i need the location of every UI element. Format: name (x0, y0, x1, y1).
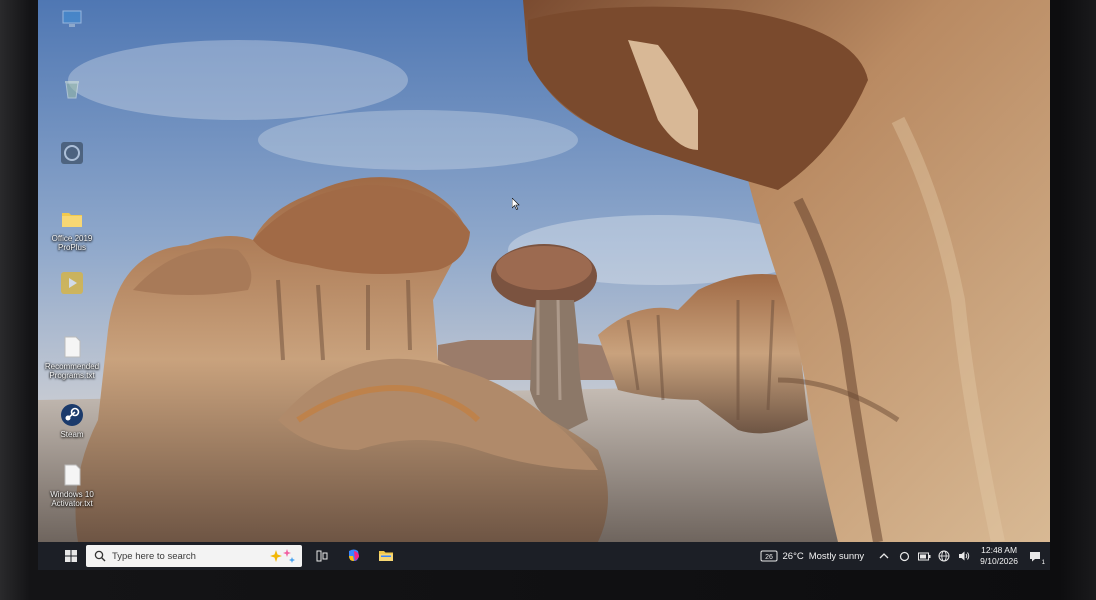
file-explorer-button[interactable] (370, 542, 402, 570)
notification-center-button[interactable]: 1 (1028, 549, 1045, 566)
clock-time: 12:48 AM (981, 545, 1018, 555)
battery-button[interactable] (917, 549, 931, 563)
show-hidden-icons-button[interactable] (877, 549, 891, 563)
clock-date: 9/10/2026 (980, 556, 1018, 566)
weather-icon: 26 (760, 550, 777, 562)
taskbar-clock[interactable]: 12:48 AM 9/10/2026 (980, 545, 1018, 567)
desktop-icon-recycle-bin[interactable] (42, 76, 102, 104)
speaker-icon (959, 551, 970, 561)
sparkle-icon (270, 549, 295, 563)
desktop-icon-windows-activator[interactable]: Windows 10 Activator.txt (42, 462, 102, 508)
copilot-button[interactable] (338, 542, 370, 570)
taskbar: Type here to search 26 26°C Mostly sunny… (38, 542, 1050, 570)
copilot-icon (349, 549, 359, 561)
weather-widget[interactable]: 26 26°C Mostly sunny (760, 550, 865, 562)
notification-badge: 1 (1041, 560, 1045, 566)
app-icon (61, 142, 83, 164)
start-button[interactable] (58, 542, 84, 570)
desktop-icon-recommended-programs[interactable]: Recommended Programs.txt (42, 334, 102, 380)
chevron-up-icon (879, 553, 889, 559)
taskbar-search-box[interactable]: Type here to search (86, 545, 302, 567)
text-file-icon (64, 464, 81, 486)
search-icon (94, 550, 106, 562)
svg-text:26: 26 (765, 554, 773, 561)
desktop-screen: Office 2019 ProPlus Recommended Programs… (38, 0, 1050, 570)
media-player-icon (61, 272, 83, 294)
desktop-icon-app[interactable] (42, 140, 102, 168)
text-file-icon (64, 336, 81, 358)
network-button[interactable] (937, 549, 951, 563)
desktop-icon-office-2019[interactable]: Office 2019 ProPlus (42, 206, 102, 252)
windows-logo-icon (65, 550, 77, 562)
tray-app-button[interactable] (897, 549, 911, 563)
task-view-icon (316, 550, 328, 562)
monitor-bezel: Office 2019 ProPlus Recommended Programs… (0, 0, 1096, 600)
battery-icon (917, 552, 931, 560)
folder-icon (62, 213, 82, 227)
steam-icon (61, 404, 83, 426)
system-tray: 26 26°C Mostly sunny 12:48 AM 9/10/2026 … (760, 542, 1051, 570)
weather-condition: Mostly sunny (808, 550, 865, 562)
recycle-bin-icon (65, 81, 79, 99)
tray-app-icon (899, 551, 909, 561)
search-placeholder: Type here to search (112, 550, 196, 562)
mouse-cursor-icon (512, 198, 520, 210)
volume-button[interactable] (957, 549, 971, 563)
task-view-button[interactable] (306, 542, 338, 570)
globe-icon (938, 550, 950, 562)
desktop-icon-media-player[interactable] (42, 270, 102, 298)
folder-icon (379, 551, 393, 561)
weather-temperature: 26°C (782, 550, 804, 562)
notification-icon (1030, 551, 1040, 561)
desktop-icon-steam[interactable]: Steam (42, 402, 102, 439)
desktop-wallpaper (38, 0, 1050, 542)
desktop-icon-this-pc[interactable] (42, 6, 102, 34)
monitor-icon (62, 10, 82, 27)
